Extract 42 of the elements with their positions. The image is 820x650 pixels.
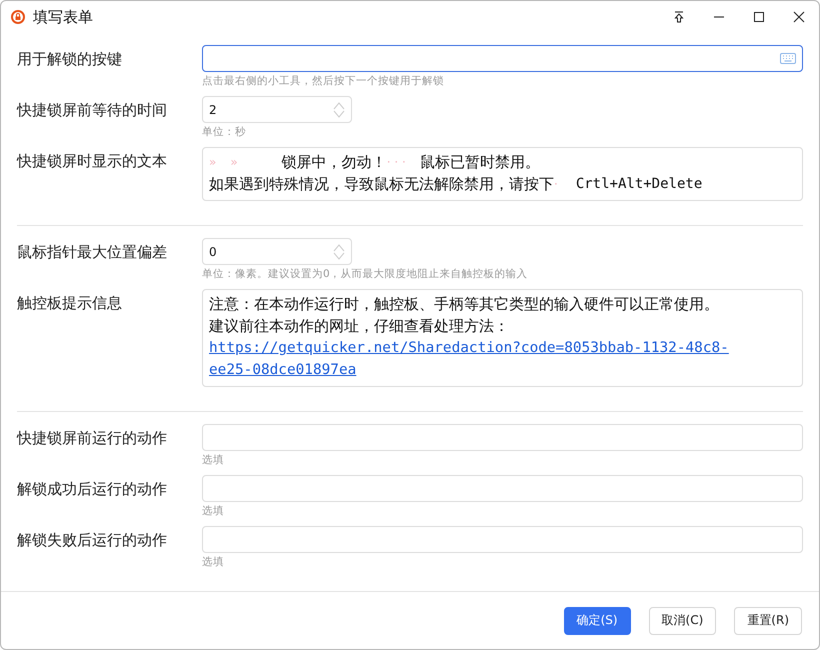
link[interactable]: ee25-08dce01897ea xyxy=(209,359,356,381)
hint-text: 单位：秒 xyxy=(202,125,247,140)
number-field[interactable]: 2 xyxy=(202,96,352,123)
whitespace-mark: · xyxy=(554,176,559,193)
key-combination-text: Crtl+Alt+Delete xyxy=(574,175,702,194)
field-label: 用于解锁的按键 xyxy=(17,49,123,70)
field-label: 解锁成功后运行的动作 xyxy=(17,479,168,500)
text-line: 建议前往本动作的网址，仔细查看处理方法： xyxy=(209,316,509,337)
hint-text: 单位：像素。建议设置为0，从而最大限度地阻止来自触控板的输入 xyxy=(202,267,529,282)
hint-text: 选填 xyxy=(202,453,225,468)
hint-text: 选填 xyxy=(202,555,225,570)
spinner-icon[interactable] xyxy=(333,242,345,260)
pin-icon xyxy=(673,11,685,23)
text-line: 如果遇到特殊情况，导致鼠标无法解除禁用，请按下 xyxy=(209,174,554,195)
dialog-button[interactable]: 重置(R) xyxy=(734,606,802,634)
field-label: 解锁失败后运行的动作 xyxy=(17,530,168,551)
whitespace-mark: » xyxy=(230,154,239,171)
maximize-icon xyxy=(753,11,765,23)
text-area[interactable]: 注意：在本动作运行时，触控板、手柄等其它类型的输入硬件可以正常使用。 建议前往本动作的网址，仔细查看处理方法： https://getquicker.net/Sharedaction?code=8053bbab-1132-48c8- ee25-08dce01897ea xyxy=(202,289,803,387)
input-field[interactable] xyxy=(202,45,803,72)
text-line: 注意：在本动作运行时，触控板、手柄等其它类型的输入硬件可以正常使用。 xyxy=(209,294,719,315)
whitespace-mark: » xyxy=(209,154,218,171)
text-line: 鼠标已暂时禁用。 xyxy=(420,152,540,173)
keyboard-icon[interactable] xyxy=(780,53,796,64)
field-label: 快捷锁屏前运行的动作 xyxy=(17,428,168,449)
field-label: 鼠标指针最大位置偏差 xyxy=(17,242,168,263)
app-logo-icon xyxy=(11,10,25,24)
field-label: 触控板提示信息 xyxy=(17,293,123,314)
whitespace-mark: · · · xyxy=(386,154,407,171)
hint-text: 点击最右侧的小工具，然后按下一个按键用于解锁 xyxy=(202,74,445,89)
number-field[interactable]: 0 xyxy=(202,238,352,265)
close-icon xyxy=(793,11,805,23)
hint-text: 选填 xyxy=(202,504,225,519)
field-label: 快捷锁屏时显示的文本 xyxy=(17,151,168,172)
text-area[interactable]: » » 锁屏中，勿动！· · · 鼠标已暂时禁用。 如果遇到特殊情况，导致鼠标无法解除禁用，请按下· Crtl+Alt+Delete xyxy=(202,147,803,201)
confirm-button[interactable]: 确定(S) xyxy=(564,606,631,634)
text-line: 锁屏中，勿动！ xyxy=(282,152,387,173)
window-title: 填写表单 xyxy=(33,8,93,26)
spinner-icon[interactable] xyxy=(333,100,345,118)
field-label: 快捷锁屏前等待的时间 xyxy=(17,100,168,121)
dialog-button[interactable]: 取消(C) xyxy=(648,606,716,634)
link[interactable]: https://getquicker.net/Sharedaction?code=8053bbab-1132-48c8- xyxy=(209,337,729,359)
